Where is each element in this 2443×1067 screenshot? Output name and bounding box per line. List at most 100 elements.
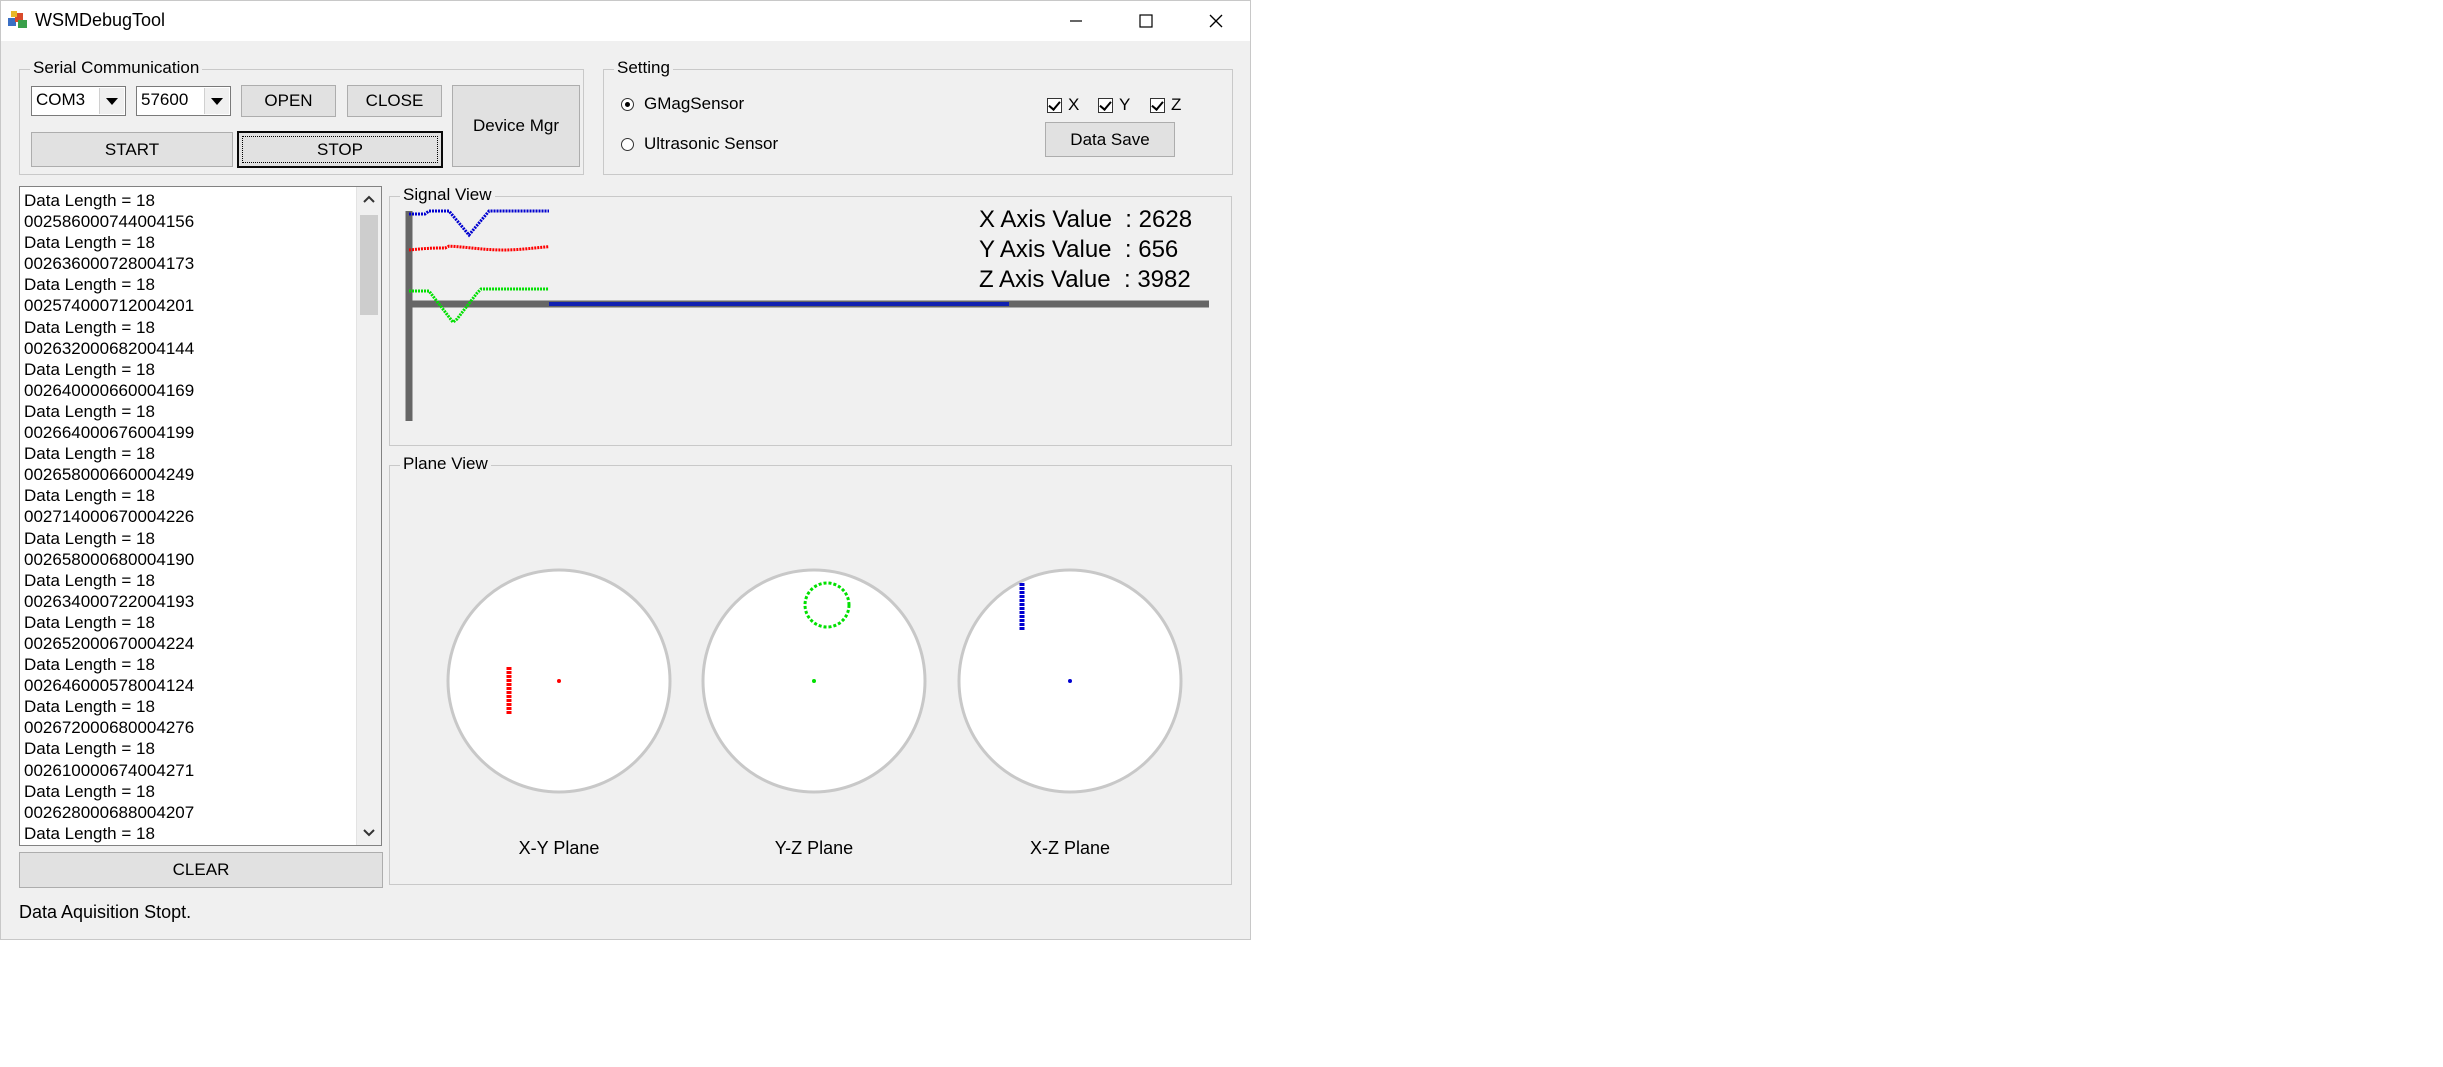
x-axis-checkbox-label: X — [1068, 95, 1080, 114]
radio-unselected-icon — [621, 137, 634, 151]
status-text: Data Aquisition Stopt. — [19, 902, 192, 922]
z-axis-value-label: Z Axis Value — [979, 266, 1111, 293]
minimize-icon — [1070, 20, 1082, 22]
gmag-sensor-radio[interactable]: GMagSensor — [621, 94, 744, 114]
maximize-button[interactable] — [1111, 1, 1181, 41]
list-item[interactable]: Data Length = 18 — [24, 401, 194, 422]
list-item[interactable]: 002672000680004276 — [24, 717, 194, 738]
list-item[interactable]: 002646000578004124 — [24, 675, 194, 696]
list-item[interactable]: 002632000682004144 — [24, 338, 194, 359]
clear-button[interactable]: CLEAR — [19, 852, 383, 888]
port-select[interactable]: COM3 — [31, 86, 126, 116]
scroll-down-button[interactable] — [357, 821, 381, 845]
list-item[interactable]: Data Length = 18 — [24, 190, 194, 211]
scroll-up-button[interactable] — [357, 187, 381, 211]
setting-label: Setting — [614, 58, 673, 78]
z-axis-checkbox-label: Z — [1171, 95, 1182, 114]
stop-button[interactable]: STOP — [237, 131, 443, 168]
list-item[interactable]: Data Length = 18 — [24, 570, 194, 591]
x-axis-separator: : — [1118, 206, 1139, 233]
chevron-down-icon — [106, 97, 118, 105]
checkbox-checked-icon — [1047, 97, 1062, 113]
ultrasonic-sensor-label: Ultrasonic Sensor — [644, 134, 779, 153]
list-item[interactable]: Data Length = 18 — [24, 528, 194, 549]
y-axis-checkbox[interactable]: Y — [1098, 95, 1130, 115]
serial-communication-label: Serial Communication — [30, 58, 203, 78]
list-item[interactable]: 002586000744004156 — [24, 211, 194, 232]
focus-rectangle — [242, 136, 438, 163]
list-item[interactable]: 002636000728004173 — [24, 253, 194, 274]
z-signal-trace — [409, 209, 549, 238]
list-item[interactable]: Data Length = 18 — [24, 654, 194, 675]
x-axis-readout: X Axis Value : 2628 — [979, 206, 1192, 234]
yz-plane-label: Y-Z Plane — [774, 838, 854, 858]
list-item[interactable]: 002634000722004193 — [24, 591, 194, 612]
list-item[interactable]: Data Length = 18 — [24, 443, 194, 464]
list-item[interactable]: Data Length = 18 — [24, 738, 194, 759]
list-item[interactable]: Data Length = 18 — [24, 612, 194, 633]
list-item[interactable]: Data Length = 18 — [24, 274, 194, 295]
ultrasonic-sensor-radio[interactable]: Ultrasonic Sensor — [621, 134, 778, 154]
log-scrollbar[interactable] — [356, 187, 381, 845]
list-item[interactable]: 002714000670004226 — [24, 506, 194, 527]
list-item[interactable]: 002640000660004169 — [24, 380, 194, 401]
yz-plane-center — [812, 679, 816, 683]
list-item[interactable]: Data Length = 18 — [24, 232, 194, 253]
x-axis-checkbox[interactable]: X — [1047, 95, 1079, 115]
y-axis-value-label: Y Axis Value — [979, 236, 1112, 263]
xy-plane-label: X-Y Plane — [518, 838, 600, 858]
list-item[interactable]: 002658000680004190 — [24, 549, 194, 570]
baud-dropdown-button[interactable] — [204, 88, 229, 114]
plane-plots — [446, 568, 1183, 794]
xy-plane-center — [557, 679, 561, 683]
list-item[interactable]: Data Length = 18 — [24, 485, 194, 506]
list-item[interactable]: 002652000670004224 — [24, 633, 194, 654]
gmag-sensor-label: GMagSensor — [644, 94, 745, 113]
x-signal-trace — [408, 244, 550, 252]
close-icon — [1209, 14, 1223, 28]
radio-selected-icon — [621, 97, 634, 111]
open-button[interactable]: OPEN — [241, 85, 336, 117]
z-axis-separator: : — [1117, 266, 1138, 293]
list-item[interactable]: Data Length = 18 — [24, 317, 194, 338]
baud-value: 57600 — [141, 90, 189, 109]
y-axis-readout: Y Axis Value : 656 — [979, 236, 1178, 264]
chevron-up-icon — [363, 195, 375, 203]
list-item[interactable]: Data Length = 18 — [24, 359, 194, 380]
list-item[interactable]: Data Length = 18 — [24, 696, 194, 717]
list-item[interactable]: Data Length = 18 — [24, 781, 194, 802]
device-mgr-button[interactable]: Device Mgr — [452, 85, 580, 167]
z-axis-readout: Z Axis Value : 3982 — [979, 266, 1191, 294]
y-axis-value: 656 — [1138, 236, 1179, 263]
list-item[interactable]: 002664000676004199 — [24, 422, 194, 443]
z-axis-checkbox[interactable]: Z — [1150, 95, 1181, 115]
x-axis-value: 2628 — [1138, 206, 1193, 233]
log-listbox[interactable]: Data Length = 18 002586000744004156 Data L… — [19, 186, 382, 846]
list-item[interactable]: Data Length = 18 — [24, 823, 194, 844]
app-window: WSMDebugTool Serial Communication COM3 5… — [0, 0, 1251, 940]
data-save-button[interactable]: Data Save — [1045, 122, 1175, 157]
list-item[interactable]: 002610000674004271 — [24, 760, 194, 781]
chevron-down-icon — [363, 829, 375, 837]
maximize-icon — [1139, 14, 1153, 28]
window-title: WSMDebugTool — [35, 10, 166, 30]
port-dropdown-button[interactable] — [99, 88, 124, 114]
scroll-thumb[interactable] — [360, 215, 378, 315]
xz-plane-label: X-Z Plane — [1029, 838, 1111, 858]
start-button[interactable]: START — [31, 132, 233, 167]
title-bar[interactable]: WSMDebugTool — [1, 1, 1250, 41]
z-axis-value: 3982 — [1137, 266, 1191, 293]
list-item[interactable]: 002658000660004249 — [24, 464, 194, 485]
close-window-button[interactable] — [1181, 1, 1251, 41]
app-icon — [8, 11, 27, 28]
close-button[interactable]: CLOSE — [347, 85, 442, 117]
list-item[interactable]: 002628000688004207 — [24, 802, 194, 823]
list-item[interactable]: 002574000712004201 — [24, 295, 194, 316]
checkbox-checked-icon — [1098, 97, 1113, 113]
log-lines: Data Length = 18 002586000744004156 Data L… — [24, 190, 194, 844]
xz-plane-center — [1068, 679, 1072, 683]
checkbox-checked-icon — [1150, 97, 1165, 113]
baud-select[interactable]: 57600 — [136, 86, 231, 116]
minimize-button[interactable] — [1041, 1, 1111, 41]
y-axis-separator: : — [1118, 236, 1139, 263]
